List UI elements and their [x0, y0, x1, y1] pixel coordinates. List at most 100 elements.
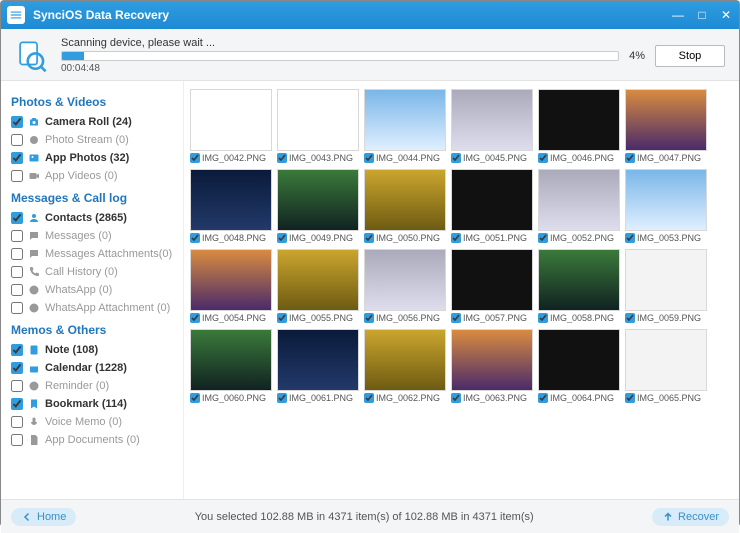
thumbnail-image[interactable] [277, 169, 359, 231]
category-checkbox[interactable] [11, 170, 23, 182]
category-checkbox[interactable] [11, 116, 23, 128]
category-checkbox[interactable] [11, 380, 23, 392]
thumbnail-item[interactable]: IMG_0055.PNG [277, 249, 359, 323]
category-item[interactable]: WhatsApp (0) [11, 281, 177, 299]
thumbnail-item[interactable]: IMG_0061.PNG [277, 329, 359, 403]
maximize-button[interactable]: □ [695, 8, 709, 22]
thumbnail-grid[interactable]: IMG_0042.PNGIMG_0043.PNGIMG_0044.PNGIMG_… [183, 81, 739, 499]
category-checkbox[interactable] [11, 362, 23, 374]
thumbnail-checkbox[interactable] [451, 393, 461, 403]
thumbnail-image[interactable] [364, 329, 446, 391]
thumbnail-item[interactable]: IMG_0064.PNG [538, 329, 620, 403]
category-item[interactable]: Calendar (1228) [11, 359, 177, 377]
thumbnail-checkbox[interactable] [364, 393, 374, 403]
thumbnail-checkbox[interactable] [364, 233, 374, 243]
thumbnail-image[interactable] [538, 329, 620, 391]
category-checkbox[interactable] [11, 284, 23, 296]
thumbnail-item[interactable]: IMG_0063.PNG [451, 329, 533, 403]
thumbnail-image[interactable] [190, 89, 272, 151]
thumbnail-image[interactable] [277, 89, 359, 151]
thumbnail-checkbox[interactable] [190, 153, 200, 163]
thumbnail-checkbox[interactable] [451, 313, 461, 323]
category-item[interactable]: Call History (0) [11, 263, 177, 281]
thumbnail-item[interactable]: IMG_0054.PNG [190, 249, 272, 323]
thumbnail-image[interactable] [451, 169, 533, 231]
thumbnail-image[interactable] [364, 169, 446, 231]
category-checkbox[interactable] [11, 212, 23, 224]
thumbnail-image[interactable] [451, 249, 533, 311]
thumbnail-checkbox[interactable] [538, 153, 548, 163]
thumbnail-item[interactable]: IMG_0051.PNG [451, 169, 533, 243]
thumbnail-image[interactable] [625, 89, 707, 151]
thumbnail-checkbox[interactable] [451, 153, 461, 163]
thumbnail-item[interactable]: IMG_0049.PNG [277, 169, 359, 243]
category-checkbox[interactable] [11, 398, 23, 410]
category-item[interactable]: Camera Roll (24) [11, 113, 177, 131]
thumbnail-image[interactable] [190, 249, 272, 311]
thumbnail-checkbox[interactable] [538, 393, 548, 403]
thumbnail-checkbox[interactable] [538, 233, 548, 243]
thumbnail-checkbox[interactable] [190, 393, 200, 403]
thumbnail-item[interactable]: IMG_0059.PNG [625, 249, 707, 323]
thumbnail-item[interactable]: IMG_0047.PNG [625, 89, 707, 163]
category-checkbox[interactable] [11, 416, 23, 428]
category-checkbox[interactable] [11, 266, 23, 278]
thumbnail-item[interactable]: IMG_0060.PNG [190, 329, 272, 403]
category-item[interactable]: Note (108) [11, 341, 177, 359]
thumbnail-image[interactable] [451, 329, 533, 391]
thumbnail-image[interactable] [538, 169, 620, 231]
thumbnail-item[interactable]: IMG_0062.PNG [364, 329, 446, 403]
thumbnail-image[interactable] [451, 89, 533, 151]
category-item[interactable]: Messages (0) [11, 227, 177, 245]
thumbnail-checkbox[interactable] [190, 313, 200, 323]
thumbnail-item[interactable]: IMG_0042.PNG [190, 89, 272, 163]
category-checkbox[interactable] [11, 152, 23, 164]
thumbnail-item[interactable]: IMG_0053.PNG [625, 169, 707, 243]
thumbnail-checkbox[interactable] [625, 233, 635, 243]
thumbnail-item[interactable]: IMG_0043.PNG [277, 89, 359, 163]
category-checkbox[interactable] [11, 248, 23, 260]
category-item[interactable]: Reminder (0) [11, 377, 177, 395]
category-item[interactable]: Contacts (2865) [11, 209, 177, 227]
thumbnail-image[interactable] [277, 249, 359, 311]
thumbnail-item[interactable]: IMG_0044.PNG [364, 89, 446, 163]
thumbnail-item[interactable]: IMG_0057.PNG [451, 249, 533, 323]
thumbnail-image[interactable] [190, 169, 272, 231]
minimize-button[interactable]: — [671, 8, 685, 22]
category-item[interactable]: Bookmark (114) [11, 395, 177, 413]
thumbnail-item[interactable]: IMG_0046.PNG [538, 89, 620, 163]
category-item[interactable]: Voice Memo (0) [11, 413, 177, 431]
thumbnail-checkbox[interactable] [190, 233, 200, 243]
thumbnail-checkbox[interactable] [625, 393, 635, 403]
stop-button[interactable]: Stop [655, 45, 725, 67]
thumbnail-item[interactable]: IMG_0056.PNG [364, 249, 446, 323]
thumbnail-checkbox[interactable] [538, 313, 548, 323]
thumbnail-image[interactable] [538, 89, 620, 151]
thumbnail-image[interactable] [364, 89, 446, 151]
close-button[interactable]: ✕ [719, 8, 733, 22]
recover-button[interactable]: Recover [652, 508, 729, 526]
category-checkbox[interactable] [11, 434, 23, 446]
category-item[interactable]: App Videos (0) [11, 167, 177, 185]
home-button[interactable]: Home [11, 508, 76, 526]
thumbnail-image[interactable] [190, 329, 272, 391]
thumbnail-item[interactable]: IMG_0065.PNG [625, 329, 707, 403]
thumbnail-checkbox[interactable] [364, 153, 374, 163]
category-item[interactable]: App Documents (0) [11, 431, 177, 449]
category-checkbox[interactable] [11, 302, 23, 314]
thumbnail-image[interactable] [625, 329, 707, 391]
thumbnail-item[interactable]: IMG_0052.PNG [538, 169, 620, 243]
thumbnail-item[interactable]: IMG_0050.PNG [364, 169, 446, 243]
thumbnail-image[interactable] [277, 329, 359, 391]
category-item[interactable]: App Photos (32) [11, 149, 177, 167]
thumbnail-checkbox[interactable] [625, 153, 635, 163]
category-checkbox[interactable] [11, 230, 23, 242]
thumbnail-checkbox[interactable] [364, 313, 374, 323]
thumbnail-item[interactable]: IMG_0058.PNG [538, 249, 620, 323]
thumbnail-checkbox[interactable] [451, 233, 461, 243]
thumbnail-checkbox[interactable] [277, 313, 287, 323]
category-item[interactable]: Photo Stream (0) [11, 131, 177, 149]
thumbnail-item[interactable]: IMG_0048.PNG [190, 169, 272, 243]
thumbnail-checkbox[interactable] [277, 393, 287, 403]
category-checkbox[interactable] [11, 134, 23, 146]
